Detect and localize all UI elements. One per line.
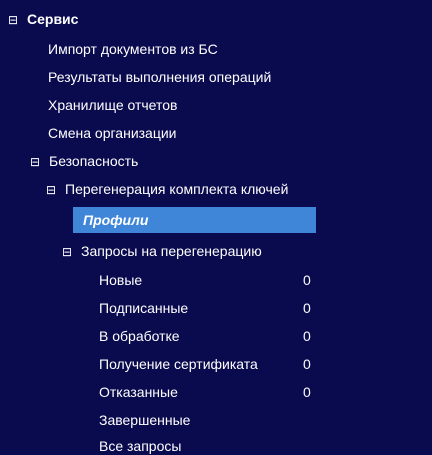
tree-item-new[interactable]: Новые 0 [99,267,329,293]
tree-item-label: Смена организации [48,125,177,141]
tree-item-all-requests[interactable]: Все запросы [99,433,181,455]
tree-item-label: Хранилище отчетов [48,97,178,113]
tree-node-regen-requests[interactable]: ⊟ Запросы на перегенерацию [62,238,262,264]
tree-item-signed[interactable]: Подписанные 0 [99,295,329,321]
tree-node-label: Сервис [27,11,79,27]
tree-item-label: Импорт документов из БС [48,41,218,57]
tree-item-label: Подписанные [99,300,189,316]
count-badge: 0 [303,328,311,344]
tree-node-label: Перегенерация комплекта ключей [65,181,289,197]
tree-node-key-regeneration[interactable]: ⊟ Перегенерация комплекта ключей [46,176,288,202]
tree-item-label: Отказанные [99,384,178,400]
tree-node-label: Запросы на перегенерацию [81,243,262,259]
count-badge: 0 [303,272,311,288]
collapse-icon[interactable]: ⊟ [62,239,74,265]
tree-item-profiles-selected[interactable]: Профили [73,207,316,233]
tree-item-label: В обработке [99,328,180,344]
tree-item-import-docs[interactable]: Импорт документов из БС [48,36,218,62]
tree-node-security[interactable]: ⊟ Безопасность [30,148,138,174]
collapse-icon[interactable]: ⊟ [30,149,42,175]
tree-node-service[interactable]: ⊟ Сервис [8,6,78,32]
count-badge: 0 [303,384,311,400]
tree-item-certificate-receipt[interactable]: Получение сертификата 0 [99,351,329,377]
tree-item-label: Профили [83,212,149,228]
tree-item-report-storage[interactable]: Хранилище отчетов [48,92,177,118]
tree-item-label: Все запросы [99,438,182,454]
collapse-icon[interactable]: ⊟ [46,177,58,203]
navigation-tree: ⊟ Сервис Импорт документов из БС Результа… [0,0,432,455]
tree-item-processing[interactable]: В обработке 0 [99,323,329,349]
tree-item-label: Результаты выполнения операций [48,69,272,85]
tree-item-label: Получение сертификата [99,356,258,372]
tree-item-completed[interactable]: Завершенные [99,407,190,433]
tree-item-label: Завершенные [99,412,191,428]
tree-item-change-organization[interactable]: Смена организации [48,120,177,146]
tree-item-operation-results[interactable]: Результаты выполнения операций [48,64,271,90]
tree-item-label: Новые [99,272,143,288]
tree-node-label: Безопасность [49,153,139,169]
collapse-icon[interactable]: ⊟ [8,7,20,33]
count-badge: 0 [303,356,311,372]
tree-item-rejected[interactable]: Отказанные 0 [99,379,329,405]
count-badge: 0 [303,300,311,316]
